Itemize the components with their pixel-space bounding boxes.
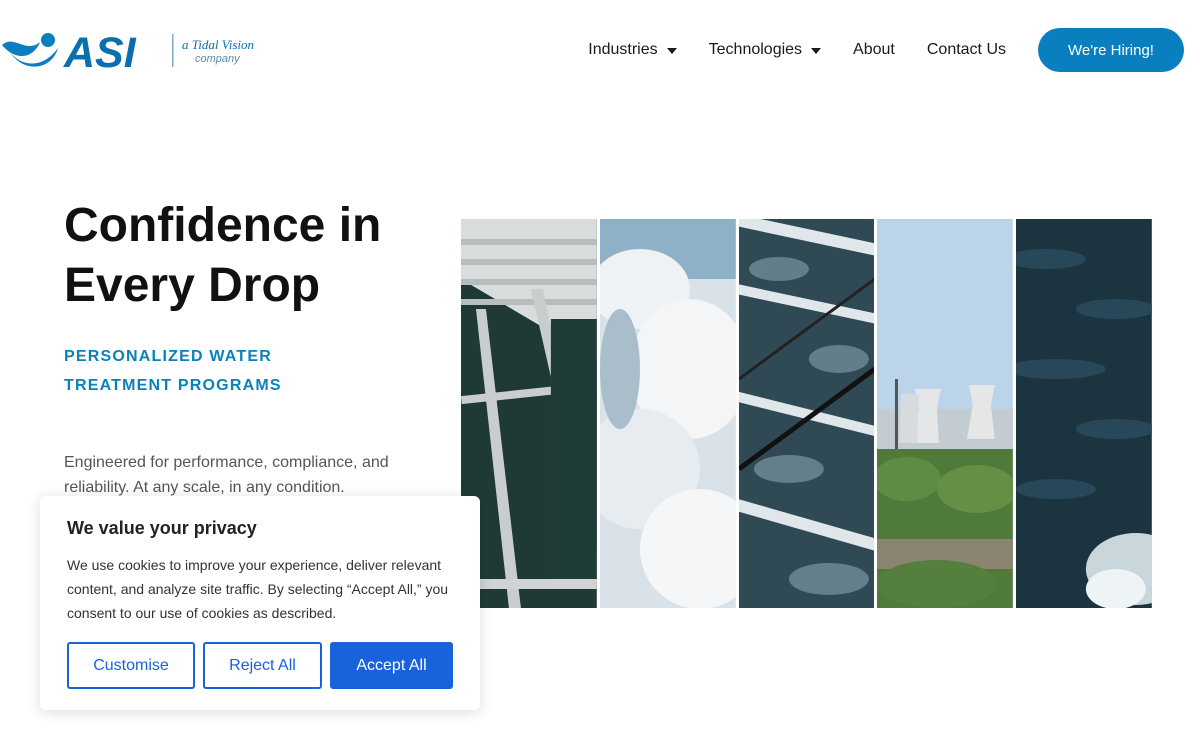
- aerial-treatment-plant-image: [461, 219, 597, 608]
- caret-down-icon: [811, 48, 822, 54]
- hero-subtitle: PERSONALIZED WATER TREATMENT PROGRAMS: [64, 342, 364, 400]
- nav-technologies[interactable]: Technologies: [708, 41, 822, 59]
- cookie-consent-dialog: We value your privacy We use cookies to …: [40, 496, 480, 710]
- nav-technologies-label: Technologies: [708, 41, 803, 58]
- nav-contact[interactable]: Contact Us: [927, 41, 1006, 59]
- main-nav: Industries Technologies About Contact Us…: [588, 28, 1184, 72]
- logo-wordmark: ASI: [63, 29, 137, 74]
- logo-tagline-line1: a Tidal Vision: [182, 37, 254, 52]
- dark-water-image: [1016, 219, 1152, 608]
- nav-industries[interactable]: Industries: [588, 41, 677, 59]
- nav-contact-label: Contact Us: [926, 41, 1006, 58]
- hero-subtitle-line1: PERSONALIZED WATER: [64, 348, 272, 365]
- cooling-towers-image: [877, 219, 1014, 608]
- hero-title-line1: Confidence in: [64, 199, 382, 252]
- hero-subtitle-line2: TREATMENT PROGRAMS: [64, 377, 282, 394]
- hero-title: Confidence in Every Drop: [64, 196, 381, 316]
- site-logo[interactable]: ASI a Tidal Vision company: [0, 28, 260, 74]
- aeration-tanks-image: [738, 219, 875, 608]
- cookie-text: We use cookies to improve your experienc…: [67, 557, 449, 621]
- logo-tagline-line2: company: [195, 53, 241, 65]
- nav-industries-label: Industries: [588, 41, 658, 58]
- customise-button[interactable]: Customise: [67, 642, 195, 689]
- hero-image-strip: [461, 219, 1152, 608]
- cookie-title: We value your privacy: [67, 518, 257, 538]
- hero-title-line2: Every Drop: [64, 259, 321, 312]
- hero-description: Engineered for performance, compliance, …: [64, 454, 389, 496]
- accept-all-button[interactable]: Accept All: [330, 642, 453, 689]
- cookie-buttons: Customise Reject All Accept All: [67, 642, 453, 689]
- nav-about[interactable]: About: [853, 41, 895, 59]
- hiring-button[interactable]: We're Hiring!: [1038, 28, 1184, 72]
- whitewater-image: [599, 219, 736, 608]
- wave-logo-icon: [2, 33, 58, 67]
- caret-down-icon: [666, 48, 677, 54]
- nav-about-label: About: [853, 41, 895, 58]
- reject-all-button[interactable]: Reject All: [203, 642, 322, 689]
